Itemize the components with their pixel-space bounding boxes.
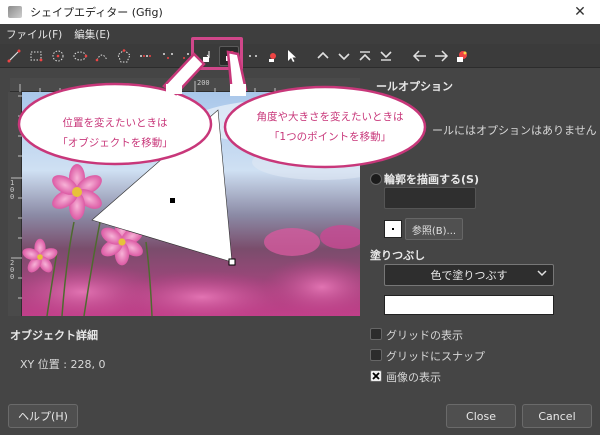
callout-pointer-2 [226,50,248,96]
grid-snap-label: グリッドにスナップ [386,350,485,363]
toolbar [0,44,600,68]
circle-tool-icon[interactable] [48,46,68,66]
callout-pointer-1 [162,52,206,96]
stroke-checkbox[interactable] [370,173,382,185]
line-tool-icon[interactable] [4,46,24,66]
polygon-tool-icon[interactable] [114,46,134,66]
callout-2-line1: 角度や大きさを変えたいときは [256,111,404,123]
window-title: シェイプエディター (Gfig) [30,6,163,19]
browse-button[interactable]: 参照(B)... [405,218,463,240]
bottom-icon[interactable] [376,46,396,66]
tool-options-heading: ールオプション [376,80,453,93]
cancel-button[interactable]: Cancel [522,404,592,428]
app-icon [8,6,22,18]
stroke-color-chip[interactable] [384,220,402,238]
fill-type-value: 色で塗りつぶす [430,269,508,282]
show-all-icon[interactable] [452,46,472,66]
xy-position: XY 位置 : 228, 0 [20,358,106,371]
callout-1-line1: 位置を変えたいときは [62,117,168,129]
fill-heading: 塗りつぶし [370,249,426,262]
ellipse-tool-icon[interactable] [70,46,90,66]
menu-bar: ファイル(F) 編集(E) [0,24,600,44]
delete-object-tool-icon[interactable] [263,46,283,66]
callout-move-object [17,82,213,166]
object-details-heading: オブジェクト詳細 [10,329,98,342]
point-handle[interactable] [228,258,236,266]
callout-1-line2: 「オブジェクトを移動」 [57,137,173,149]
back-icon[interactable] [410,46,430,66]
ruler-v-label-2: 2 0 0 [10,259,15,281]
check-x-icon [372,372,380,380]
grid-snap-checkbox[interactable] [370,349,382,361]
menu-edit[interactable]: 編集(E) [68,27,116,42]
chevron-down-icon [537,268,547,281]
callout-2-line2: 「1つのポイントを移動」 [268,131,392,143]
top-icon[interactable] [355,46,375,66]
forward-icon[interactable] [431,46,451,66]
raise-icon[interactable] [313,46,333,66]
stroke-label: 輪郭を描画する(S) [384,173,479,186]
grid-show-label: グリッドの表示 [386,329,463,342]
show-image-checkbox[interactable] [370,370,382,382]
fill-color-box[interactable] [384,295,554,315]
callout-1-text: 位置を変えたいときは 「オブジェクトを移動」 [35,113,195,153]
rectangle-tool-icon[interactable] [26,46,46,66]
title-bar: シェイプエディター (Gfig) ✕ [0,0,600,24]
arc-tool-icon[interactable] [92,46,112,66]
select-tool-icon[interactable] [281,46,301,66]
brush-selector[interactable] [384,187,476,209]
tool-options-note: ールにはオプションはありません [432,124,597,137]
grid-show-checkbox[interactable] [370,328,382,340]
help-button[interactable]: ヘルプ(H) [8,404,78,428]
close-button[interactable]: Close [446,404,516,428]
show-image-label: 画像の表示 [386,371,441,384]
window-close-button[interactable]: ✕ [560,0,600,24]
lower-icon[interactable] [334,46,354,66]
menu-file[interactable]: ファイル(F) [0,27,68,42]
callout-2-text: 角度や大きさを変えたいときは 「1つのポイントを移動」 [230,107,430,147]
fill-type-select[interactable]: 色で塗りつぶす [384,264,554,286]
